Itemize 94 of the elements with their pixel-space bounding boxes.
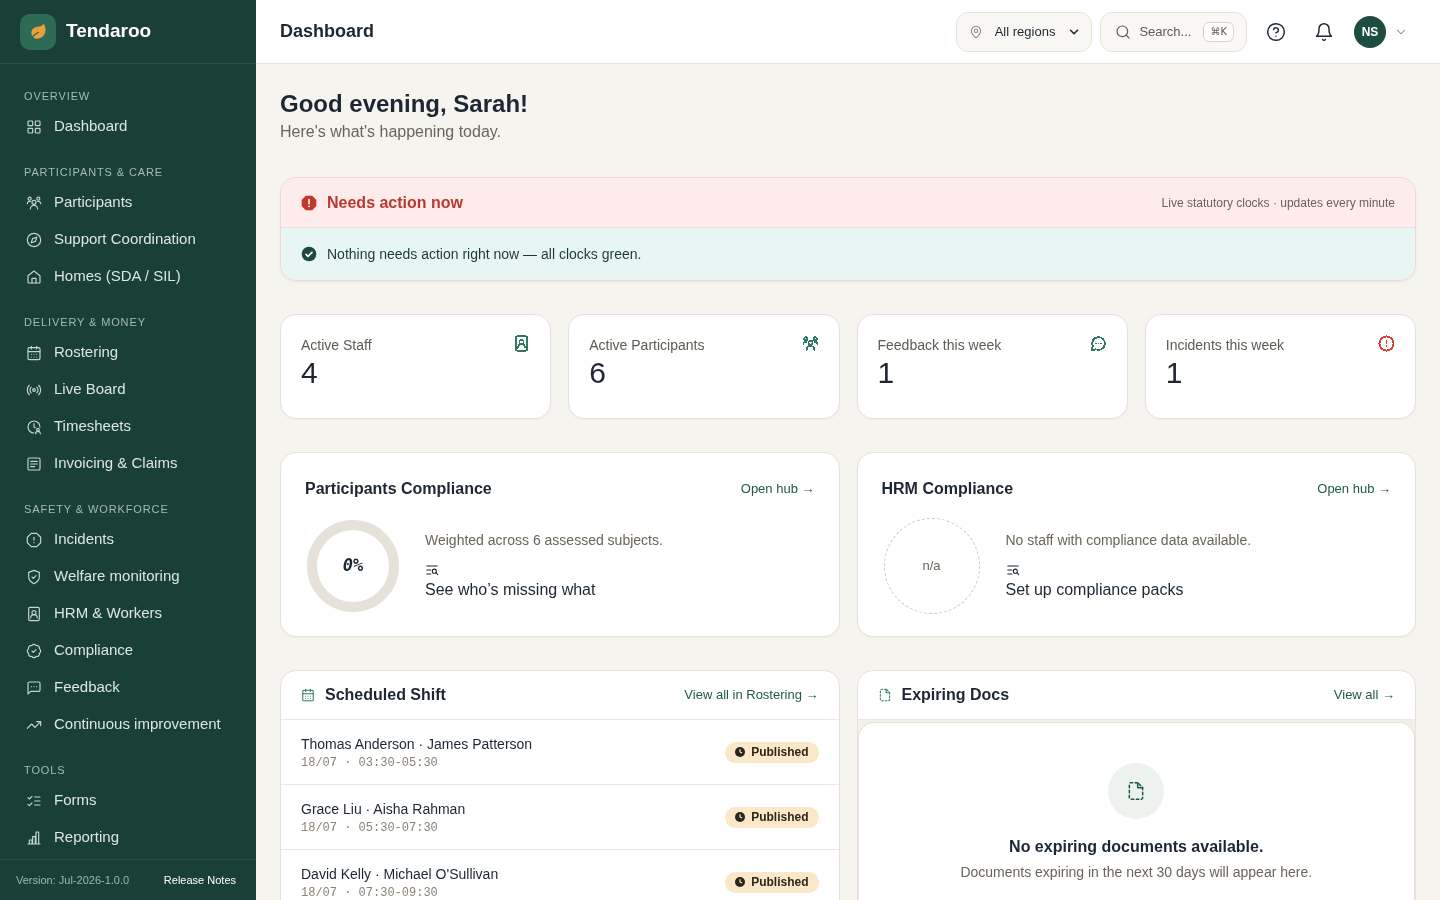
empty-state-title: No expiring documents available. bbox=[1009, 837, 1264, 857]
shield-check-icon bbox=[26, 568, 42, 585]
sidebar-item[interactable]: Forms bbox=[16, 782, 240, 819]
status-label: Published bbox=[751, 809, 809, 826]
shift-time: 18/07 · 07:30-09:30 bbox=[301, 884, 439, 900]
leaf-logo-icon bbox=[20, 13, 56, 50]
region-dropdown[interactable]: All regions bbox=[955, 11, 1093, 52]
compliance-description: Weighted across 6 assessed subjects. bbox=[425, 531, 663, 550]
search-button[interactable]: Search... ⌘K bbox=[1100, 11, 1247, 52]
stat-value: 4 bbox=[301, 355, 319, 391]
greeting-subtitle: Here's what's happening today. bbox=[280, 122, 503, 142]
stat-label: Active Participants bbox=[589, 336, 705, 355]
list-search-icon bbox=[1005, 563, 1020, 577]
stat-value: 6 bbox=[589, 355, 607, 391]
bell-icon bbox=[1314, 21, 1334, 42]
alert-octagon-icon bbox=[301, 194, 317, 211]
users-icon bbox=[26, 194, 42, 211]
open-hub-link[interactable]: Open hub → bbox=[740, 479, 815, 499]
clock-icon bbox=[735, 877, 746, 887]
clock-person-icon bbox=[26, 418, 42, 435]
shift-participants: Grace Liu · Aisha Rahman bbox=[301, 799, 466, 819]
bar-chart-icon bbox=[26, 829, 42, 846]
section-label: OVERVIEW bbox=[23, 89, 92, 104]
shift-participants: Thomas Anderson · James Patterson bbox=[301, 734, 533, 754]
calendar-icon bbox=[301, 688, 315, 702]
open-hub-link[interactable]: Open hub → bbox=[1317, 479, 1391, 499]
section-label: TOOLS bbox=[23, 763, 67, 778]
house-icon bbox=[26, 268, 42, 285]
file-dashed-icon bbox=[877, 688, 892, 702]
shift-participants: David Kelly · Michael O'Sullivan bbox=[301, 864, 499, 884]
compass-icon bbox=[26, 231, 42, 248]
panel-title: Scheduled Shift bbox=[325, 685, 446, 705]
release-notes-link[interactable]: Release Notes bbox=[163, 871, 236, 889]
grid-icon bbox=[26, 118, 42, 135]
ring-value: n/a bbox=[922, 557, 941, 576]
alert-title: Needs action now bbox=[327, 192, 464, 213]
search-icon bbox=[1115, 23, 1132, 40]
sidebar-item[interactable]: Dashboard bbox=[16, 108, 240, 145]
clock-icon bbox=[735, 747, 746, 757]
badge-check-icon bbox=[26, 642, 42, 659]
version-text: Version: Jul-2026-1.0.0 bbox=[16, 872, 130, 888]
brand-name: Tendaroo bbox=[66, 19, 152, 44]
ring-value: 0% bbox=[342, 554, 364, 578]
panel-title: Participants Compliance bbox=[305, 479, 492, 499]
check-circle-icon bbox=[301, 246, 317, 262]
stat-label: Incidents this week bbox=[1165, 336, 1285, 355]
section-label: SAFETY & WORKFORCE bbox=[23, 502, 170, 517]
section-label: PARTICIPANTS & CARE bbox=[23, 165, 164, 180]
panel-title: HRM Compliance bbox=[881, 479, 1014, 499]
empty-state-text: Documents expiring in the next 30 days will appear here. bbox=[960, 863, 1313, 882]
alert-note: Live statutory clocks · updates every minute bbox=[1161, 194, 1395, 212]
calendar-icon bbox=[26, 344, 42, 361]
compliance-action-link[interactable]: See who’s missing what bbox=[425, 578, 596, 602]
page-title: Dashboard bbox=[280, 20, 375, 43]
stat-value: 1 bbox=[877, 355, 896, 391]
view-all-link[interactable]: View all in Rostering → bbox=[684, 685, 819, 705]
map-pin-icon bbox=[968, 24, 983, 39]
greeting-title: Good evening, Sarah! bbox=[280, 89, 530, 119]
sidebar-item[interactable]: Welfare monitoring bbox=[16, 558, 240, 595]
sidebar-item[interactable]: Incidents bbox=[16, 521, 240, 558]
sidebar-item[interactable]: Timesheets bbox=[16, 408, 240, 445]
sidebar-item[interactable]: HRM & Workers bbox=[16, 595, 240, 632]
sidebar-item[interactable]: Feedback bbox=[16, 669, 240, 706]
stat-label: Feedback this week bbox=[877, 336, 1002, 355]
alert-message: Nothing needs action right now — all clocks green. bbox=[327, 244, 642, 264]
sidebar-item[interactable]: Participants bbox=[16, 184, 240, 221]
compliance-action-link[interactable]: Set up compliance packs bbox=[1005, 578, 1184, 602]
sidebar-item[interactable]: Compliance bbox=[16, 632, 240, 669]
sidebar-item[interactable]: Invoicing & Claims bbox=[16, 445, 240, 482]
sidebar-item[interactable]: Homes (SDA / SIL) bbox=[16, 258, 240, 295]
alert-octagon-icon bbox=[26, 531, 42, 548]
shift-time: 18/07 · 03:30-05:30 bbox=[301, 754, 439, 771]
list-search-icon bbox=[425, 563, 439, 577]
view-all-link[interactable]: View all → bbox=[1333, 685, 1395, 705]
user-avatar[interactable]: NS bbox=[1354, 15, 1386, 48]
status-label: Published bbox=[751, 874, 809, 891]
status-label: Published bbox=[751, 744, 809, 761]
section-label: DELIVERY & MONEY bbox=[23, 315, 147, 330]
stat-value: 1 bbox=[1165, 355, 1184, 391]
compliance-description: No staff with compliance data available. bbox=[1005, 531, 1252, 550]
panel-title: Expiring Docs bbox=[901, 685, 1010, 705]
clock-icon bbox=[735, 812, 746, 822]
sidebar-item[interactable]: Continuous improvement bbox=[16, 706, 240, 743]
shift-time: 18/07 · 05:30-07:30 bbox=[301, 819, 439, 836]
sidebar-item[interactable]: Support Coordination bbox=[16, 221, 240, 258]
id-badge-icon bbox=[26, 605, 42, 622]
shortcut-hint: ⌘K bbox=[1203, 21, 1234, 42]
receipt-icon bbox=[26, 455, 42, 472]
sidebar-item[interactable]: Live Board bbox=[16, 371, 240, 408]
message-dots-icon bbox=[26, 679, 42, 696]
sidebar-item[interactable]: Reporting bbox=[16, 819, 240, 856]
sidebar-item[interactable]: Rostering bbox=[16, 334, 240, 371]
stat-label: Active Staff bbox=[301, 336, 372, 355]
help-icon bbox=[1266, 21, 1286, 42]
